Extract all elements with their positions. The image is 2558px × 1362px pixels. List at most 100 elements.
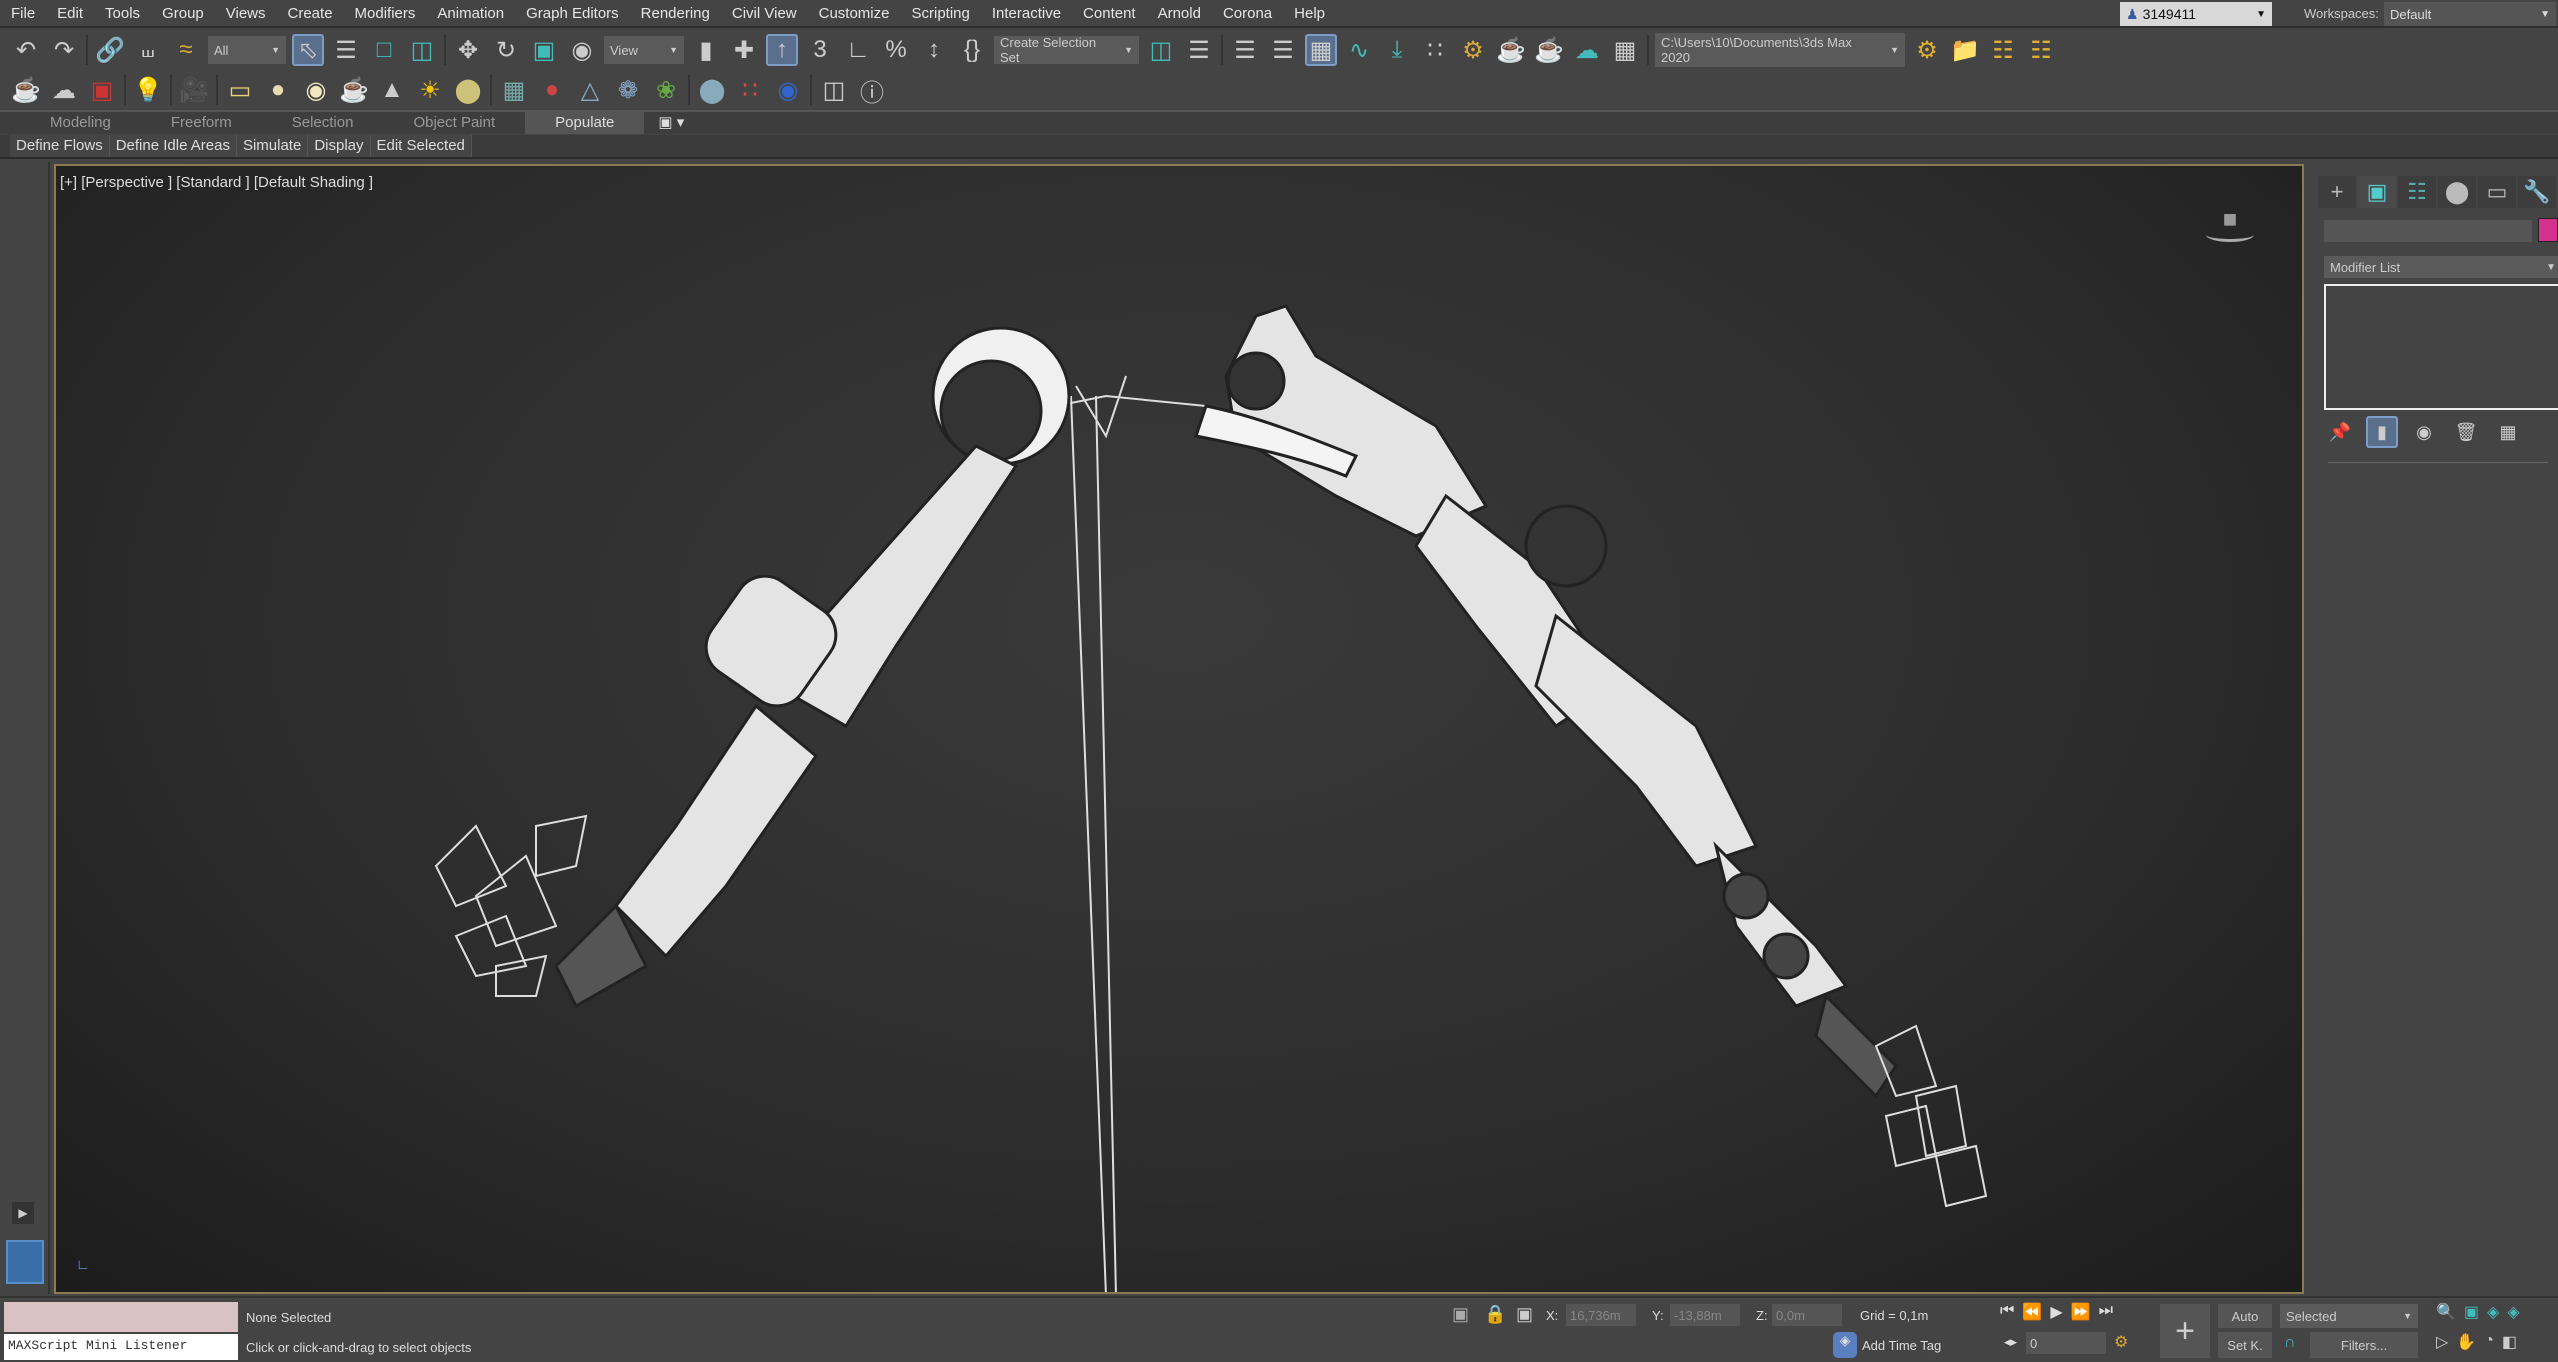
key-filter-dropdown[interactable]: Selected ▼ xyxy=(2280,1304,2418,1328)
y-coordinate-input[interactable]: -13,88m xyxy=(1670,1304,1740,1326)
proxy-icon[interactable]: ▦ xyxy=(498,74,530,106)
tower-icon[interactable]: △ xyxy=(574,74,606,106)
menu-civil-view[interactable]: Civil View xyxy=(721,5,808,22)
user-account-dropdown[interactable]: ♟ 3149411 ▼ xyxy=(2120,2,2272,26)
render-cloud-icon[interactable]: ☁ xyxy=(1571,34,1603,66)
display-button[interactable]: Display xyxy=(308,135,371,157)
ribbon-options-icon[interactable]: ▣ ▾ xyxy=(644,112,698,134)
bind-space-warp-icon[interactable]: ≈ xyxy=(170,34,202,66)
previous-frame-icon[interactable]: ⏪ xyxy=(2022,1302,2042,1322)
add-time-tag-button[interactable]: Add Time Tag xyxy=(1862,1338,1941,1353)
curve-editor-icon[interactable]: ∿ xyxy=(1343,34,1375,66)
lock-selection-icon[interactable]: 🔒 xyxy=(1484,1304,1506,1325)
set-key-button[interactable]: Set K. xyxy=(2218,1332,2272,1358)
layer-explorer-icon[interactable]: ☰ xyxy=(1267,34,1299,66)
menu-animation[interactable]: Animation xyxy=(426,5,515,22)
auto-key-button[interactable]: Auto xyxy=(2218,1304,2272,1328)
pan-icon[interactable]: ✋ xyxy=(2456,1332,2476,1352)
selection-filter-dropdown[interactable]: All ▼ xyxy=(208,36,286,64)
menu-content[interactable]: Content xyxy=(1072,5,1147,22)
render-setup-icon[interactable]: ⚙ xyxy=(1457,34,1489,66)
modifier-list-dropdown[interactable]: Modifier List ▼ xyxy=(2324,256,2558,278)
menu-graph-editors[interactable]: Graph Editors xyxy=(515,5,630,22)
zoom-icon[interactable]: 🔍 xyxy=(2436,1302,2456,1322)
angle-snap-icon[interactable]: ∟ xyxy=(842,34,874,66)
absolute-mode-icon[interactable]: ▣ xyxy=(1516,1304,1533,1325)
zoom-all-icon[interactable]: ▣ xyxy=(2464,1302,2479,1322)
dome-light-icon[interactable]: ● xyxy=(262,74,294,106)
menu-help[interactable]: Help xyxy=(1283,5,1336,22)
mirror-icon[interactable]: ◫ xyxy=(1145,34,1177,66)
define-flows-button[interactable]: Define Flows xyxy=(10,135,110,157)
object-name-input[interactable] xyxy=(2324,220,2532,242)
render-region-icon[interactable]: ◉ xyxy=(772,74,804,106)
menu-create[interactable]: Create xyxy=(277,5,344,22)
menu-customize[interactable]: Customize xyxy=(808,5,901,22)
project-folder-dropdown[interactable]: C:\Users\10\Documents\3ds Max 2020 ▼ xyxy=(1655,33,1905,67)
object-color-swatch[interactable] xyxy=(2538,218,2558,242)
configure-modifier-sets-icon[interactable]: ▦ xyxy=(2492,416,2524,448)
key-mode-toggle-icon[interactable]: ◂▸ xyxy=(2004,1334,2017,1350)
placement-icon[interactable]: ◉ xyxy=(566,34,598,66)
key-filters-button[interactable]: Filters... xyxy=(2310,1332,2418,1358)
maxscript-output[interactable] xyxy=(4,1302,238,1332)
project-structure-icon[interactable]: ☷ xyxy=(1987,34,2019,66)
zoom-extents-all-icon[interactable]: ◈ xyxy=(2507,1302,2519,1322)
rotate-icon[interactable]: ↻ xyxy=(490,34,522,66)
menu-modifiers[interactable]: Modifiers xyxy=(344,5,427,22)
edit-selected-button[interactable]: Edit Selected xyxy=(370,135,472,157)
expand-arrow-icon[interactable]: ▶ xyxy=(12,1202,34,1224)
rectangular-selection-icon[interactable]: □ xyxy=(368,34,400,66)
teapot-icon[interactable]: ☕ xyxy=(10,74,42,106)
project-folder-icon[interactable]: 📁 xyxy=(1949,34,1981,66)
x-coordinate-input[interactable]: 16,736m xyxy=(1566,1304,1636,1326)
ies-light-icon[interactable]: ☕ xyxy=(338,74,370,106)
window-crossing-icon[interactable]: ◫ xyxy=(406,34,438,66)
remove-modifier-icon[interactable]: 🗑 xyxy=(2450,416,2482,448)
dope-sheet-icon[interactable]: ⤓ xyxy=(1381,34,1413,66)
hierarchy-tab-icon[interactable]: ☷ xyxy=(2398,176,2436,208)
help-icon[interactable]: ⓘ xyxy=(856,74,888,107)
make-unique-icon[interactable]: ◉ xyxy=(2408,416,2440,448)
render-production-icon[interactable]: ☕ xyxy=(1533,34,1565,66)
scale-icon[interactable]: ▣ xyxy=(528,34,560,66)
render-gallery-icon[interactable]: ▦ xyxy=(1609,34,1641,66)
go-to-start-icon[interactable]: ⏮ xyxy=(2000,1302,2014,1322)
simulate-button[interactable]: Simulate xyxy=(236,135,309,157)
grass-icon[interactable]: ❀ xyxy=(650,74,682,106)
sphere-light-icon[interactable]: ◉ xyxy=(300,74,332,106)
rendered-frame-window-icon[interactable]: ☕ xyxy=(1495,34,1527,66)
sky-light-icon[interactable]: ⬤ xyxy=(452,74,484,106)
next-frame-icon[interactable]: ⏩ xyxy=(2071,1302,2091,1322)
object-icon[interactable]: ● xyxy=(536,74,568,106)
select-object-icon[interactable]: ⬁ xyxy=(292,34,324,66)
current-frame-input[interactable]: 0 xyxy=(2026,1332,2106,1354)
converter-icon[interactable]: ◫ xyxy=(818,74,850,106)
spinner-snap-icon[interactable]: ↕ xyxy=(918,34,950,66)
tab-selection[interactable]: Selection xyxy=(262,112,384,134)
link-icon[interactable]: 🔗 xyxy=(94,34,126,66)
menu-file[interactable]: File xyxy=(0,5,46,22)
spot-light-icon[interactable]: ▲ xyxy=(376,74,408,106)
material-library-icon[interactable]: ∷ xyxy=(734,74,766,106)
redo-icon[interactable]: ↷ xyxy=(48,34,80,66)
selection-set-dropdown[interactable]: Create Selection Set ▼ xyxy=(994,35,1139,65)
scene-explorer-icon[interactable]: ☰ xyxy=(1229,34,1261,66)
keyboard-shortcut-override-icon[interactable]: ↑ xyxy=(766,34,798,66)
project-tree-icon[interactable]: ☷ xyxy=(2025,34,2057,66)
go-to-end-icon[interactable]: ⏭ xyxy=(2099,1302,2113,1322)
toggle-ribbon-icon[interactable]: ▦ xyxy=(1305,34,1337,66)
move-icon[interactable]: ✥ xyxy=(452,34,484,66)
tab-populate[interactable]: Populate xyxy=(525,112,645,134)
align-icon[interactable]: ☰ xyxy=(1183,34,1215,66)
menu-scripting[interactable]: Scripting xyxy=(900,5,980,22)
select-by-name-icon[interactable]: ☰ xyxy=(330,34,362,66)
menu-tools[interactable]: Tools xyxy=(94,5,151,22)
menu-edit[interactable]: Edit xyxy=(46,5,94,22)
light-lister-icon[interactable]: 💡 xyxy=(132,74,164,106)
modifier-stack[interactable] xyxy=(2324,284,2558,410)
orbit-icon[interactable]: ◔ xyxy=(2484,1332,2494,1352)
maximize-viewport-icon[interactable]: ◧ xyxy=(2502,1332,2517,1352)
material-sphere-icon[interactable]: ⬤ xyxy=(696,74,728,106)
tab-modeling[interactable]: Modeling xyxy=(20,112,141,134)
